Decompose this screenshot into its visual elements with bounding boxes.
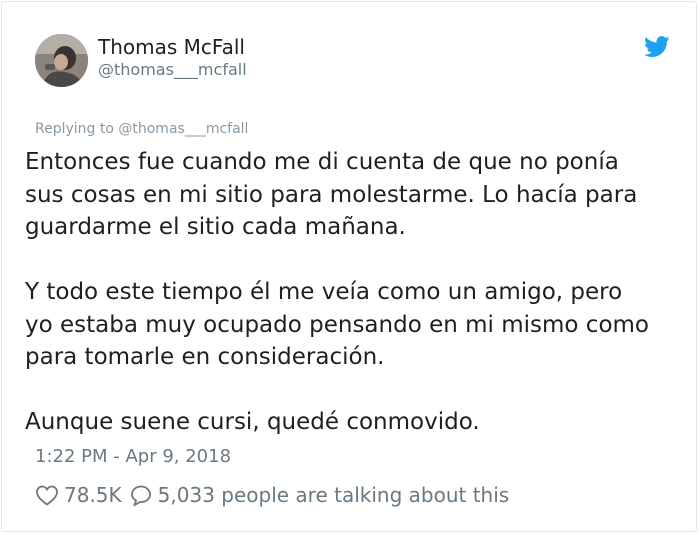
tweet-line: guardarme el sitio cada mañana. (25, 214, 406, 240)
tweet-line: yo estaba muy ocupado pensando en mi mis… (25, 311, 649, 338)
avatar[interactable] (35, 34, 88, 87)
tweet-line: para tomarle en consideración. (25, 344, 385, 370)
tweet-text: Entonces fue cuando me di cuenta de que … (25, 146, 695, 439)
tweet-line: Entonces fue cuando me di cuenta de que … (25, 149, 619, 175)
tweet-line: sus cosas en mi sitio para molestarme. L… (25, 181, 638, 208)
reply-bubble-icon[interactable] (122, 484, 158, 506)
tweet-line: Aunque suene cursi, quedé conmovido. (25, 409, 480, 435)
replying-to[interactable]: Replying to @thomas___mcfall (35, 121, 248, 137)
tweet-card: Thomas McFall @thomas___mcfall Replying … (1, 1, 697, 532)
tweet-actions: 78.5K 5,033 people are talking about thi… (35, 481, 509, 509)
twitter-bird-icon[interactable] (644, 36, 670, 58)
like-count[interactable]: 78.5K (64, 483, 122, 507)
heart-icon[interactable] (35, 484, 64, 506)
author-handle[interactable]: @thomas___mcfall (98, 60, 247, 79)
author-name[interactable]: Thomas McFall (98, 35, 245, 59)
tweet-line: Y todo este tiempo él me veía como un am… (25, 279, 623, 305)
timestamp[interactable]: 1:22 PM - Apr 9, 2018 (35, 446, 231, 467)
talking-about-link[interactable]: 5,033 people are talking about this (158, 483, 510, 507)
